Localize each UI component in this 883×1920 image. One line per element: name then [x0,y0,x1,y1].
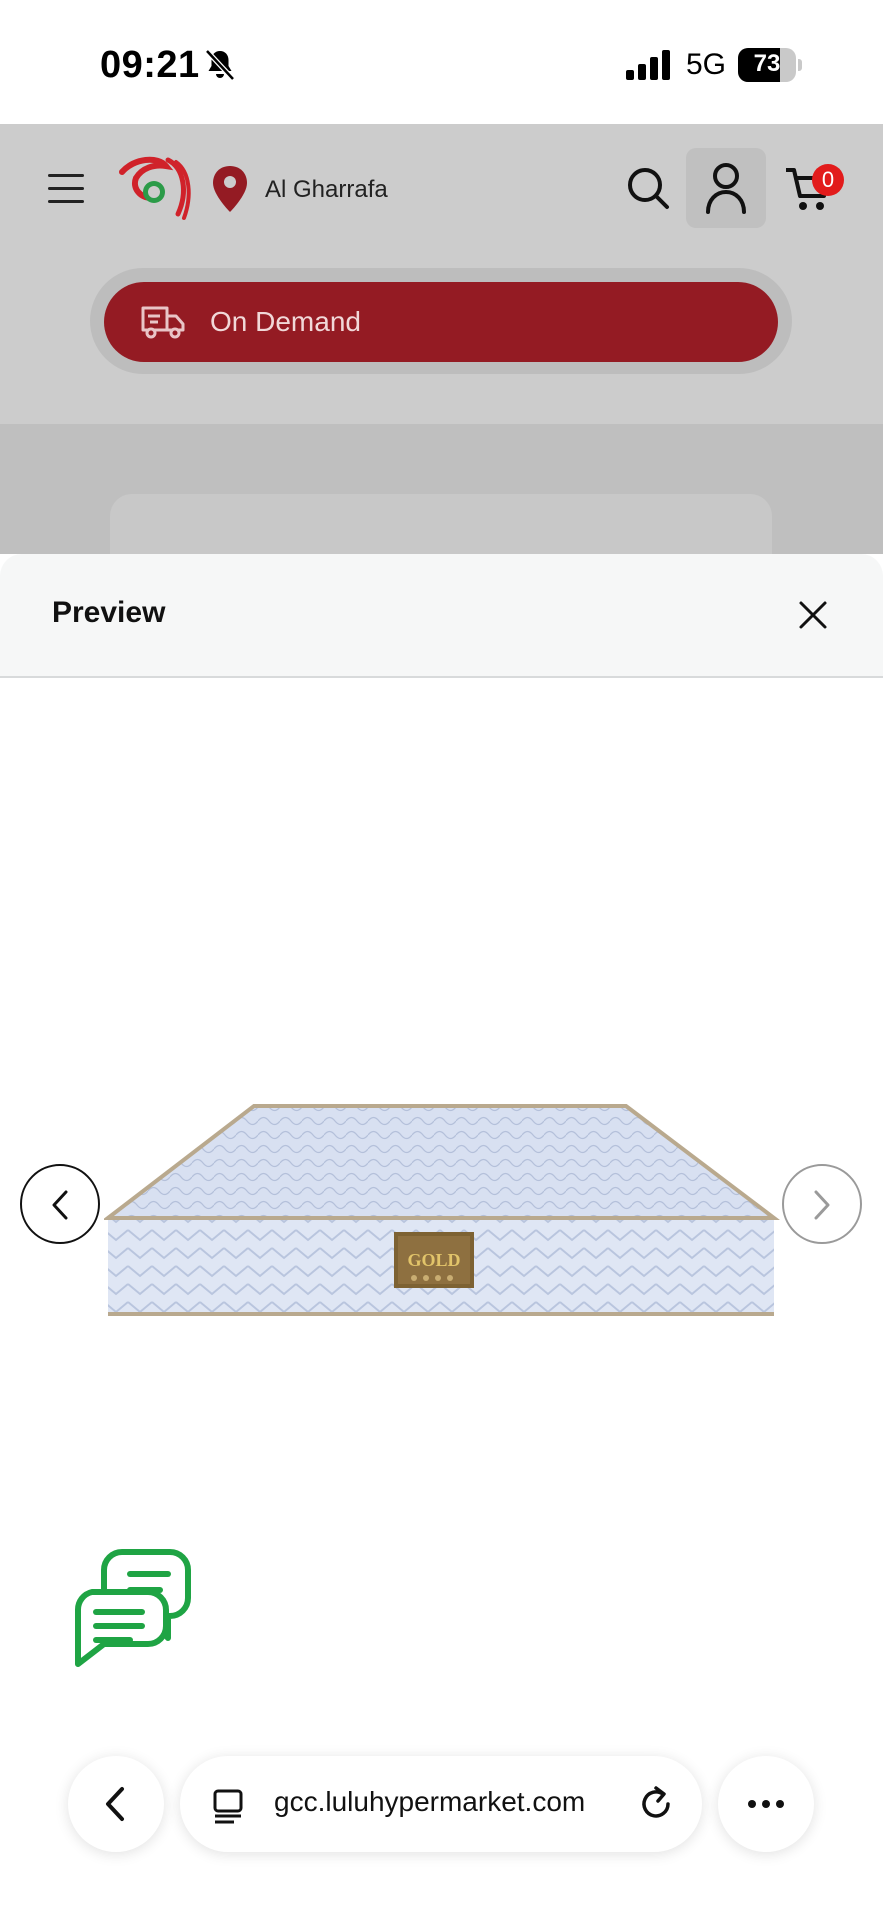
lulu-logo[interactable] [114,154,194,224]
user-icon [706,163,746,214]
account-button[interactable] [686,148,766,228]
battery-icon: 73 [738,48,802,82]
more-icon [748,1800,784,1808]
next-image-button[interactable] [782,1164,862,1244]
modal-header: Preview [0,554,883,678]
chat-bubbles-icon[interactable] [70,1546,194,1668]
browser-toolbar: gcc.luluhypermarket.com [0,1740,883,1920]
on-demand-button[interactable]: On Demand [104,282,778,362]
mattress-image: GOLD [104,1104,780,1316]
modal-title: Preview [52,596,166,629]
network-type: 5G [686,48,727,81]
more-options-button[interactable] [718,1756,814,1852]
previous-image-button[interactable] [20,1164,100,1244]
status-time: 09:21 [100,44,200,86]
search-icon[interactable] [626,166,670,210]
preview-image-area: GOLD [0,680,883,1920]
location-pin-icon[interactable] [210,164,250,214]
chevron-left-icon [52,1190,68,1220]
tabs-icon [213,1789,243,1824]
bell-slash-icon [205,49,235,81]
battery-level: 73 [753,50,781,77]
site-header: Al Gharrafa 0 On Demand [0,124,883,424]
close-icon[interactable] [796,598,830,632]
chevron-right-icon [814,1190,830,1220]
delivery-mode-toggle: On Demand [90,268,792,374]
address-bar[interactable]: gcc.luluhypermarket.com [180,1756,702,1852]
reload-icon[interactable] [638,1784,676,1824]
page-content-dimmed [0,424,883,584]
location-label[interactable]: Al Gharrafa [265,176,388,204]
mattress-label: GOLD [407,1250,460,1270]
menu-icon[interactable] [48,174,84,204]
on-demand-label: On Demand [210,306,361,337]
browser-back-button[interactable] [68,1756,164,1852]
back-icon [106,1787,124,1821]
status-bar: 09:21 5G 73 [0,0,883,124]
signal-icon [626,50,670,80]
preview-modal: Preview GOLD [0,554,883,1920]
delivery-truck-icon [141,306,185,339]
url-text: gcc.luluhypermarket.com [274,1786,586,1817]
cart-count-badge: 0 [812,164,844,196]
